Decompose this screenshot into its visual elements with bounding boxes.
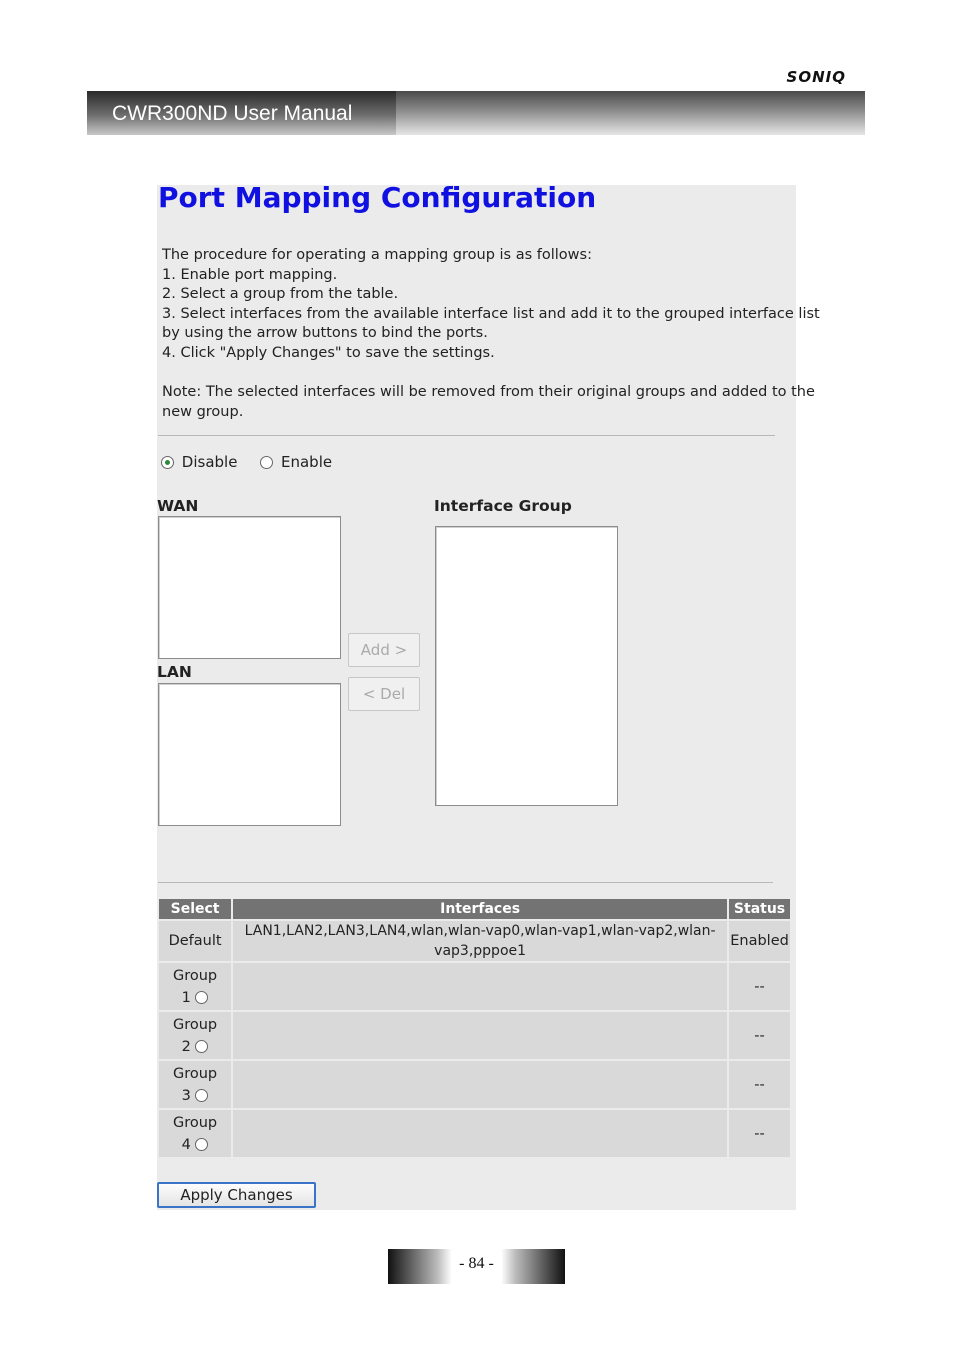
- status-cell: --: [729, 1110, 790, 1157]
- manual-title: CWR300ND User Manual: [112, 102, 353, 125]
- brand-logo: SONIQ: [786, 68, 846, 86]
- group-number: 1: [181, 989, 191, 1006]
- group-label: Group: [172, 1016, 218, 1033]
- group-table: Select Interfaces Status Default LAN1,LA…: [157, 897, 792, 1159]
- interface-group-listbox[interactable]: [435, 526, 618, 806]
- status-cell: --: [729, 963, 790, 1010]
- group-radio[interactable]: [195, 1039, 209, 1053]
- instruction-line: by using the arrow buttons to bind the p…: [162, 325, 488, 342]
- interfaces-text: LAN1,LAN2,LAN3,LAN4,wlan,wlan-vap0,wlan-…: [244, 923, 716, 939]
- column-header: Select: [159, 899, 232, 919]
- group-label: Group: [172, 1065, 218, 1082]
- group-number: 3: [181, 1087, 191, 1104]
- instruction-line: 4. Click "Apply Changes" to save the set…: [162, 344, 495, 361]
- select-cell: Group 4: [159, 1110, 232, 1157]
- disable-radio[interactable]: [161, 456, 174, 469]
- instruction-line: 3. Select interfaces from the available …: [162, 305, 820, 322]
- table-row: Group 2 --: [159, 1012, 790, 1059]
- note-line: new group.: [162, 403, 244, 420]
- interfaces-cell: [233, 1012, 728, 1059]
- table-row: Group 4 --: [159, 1110, 790, 1157]
- status-cell: --: [729, 1061, 790, 1108]
- interfaces-cell: [233, 963, 728, 1010]
- group-radio[interactable]: [195, 1137, 209, 1151]
- enable-radio[interactable]: [260, 456, 274, 469]
- del-button[interactable]: < Del: [348, 677, 420, 711]
- lan-listbox[interactable]: [158, 683, 341, 826]
- wan-listbox[interactable]: [158, 516, 341, 659]
- enable-label[interactable]: Enable: [281, 453, 332, 471]
- instruction-line: The procedure for operating a mapping gr…: [162, 247, 592, 263]
- interfaces-cell: [233, 1061, 728, 1108]
- page-title: Port Mapping Configuration: [158, 181, 597, 214]
- column-header: Interfaces: [233, 899, 728, 919]
- interfaces-cell: LAN1,LAN2,LAN3,LAN4,wlan,wlan-vap0,wlan-…: [233, 921, 728, 961]
- select-cell: Group 2: [159, 1012, 232, 1059]
- divider: [158, 882, 773, 883]
- lan-label: LAN: [157, 663, 192, 681]
- table-row: Group 1 --: [159, 963, 790, 1010]
- disable-label[interactable]: Disable: [182, 453, 238, 471]
- group-label: Group: [172, 1114, 218, 1131]
- interfaces-text: vap3,pppoe1: [434, 943, 527, 959]
- instruction-line: 1. Enable port mapping.: [162, 266, 338, 283]
- wan-label: WAN: [157, 497, 199, 515]
- interface-group-label: Interface Group: [434, 497, 572, 515]
- group-label: Group: [172, 967, 218, 984]
- add-button[interactable]: Add >: [348, 633, 420, 667]
- divider: [158, 435, 775, 436]
- group-number: 2: [181, 1038, 191, 1055]
- mode-radio-group: Disable Enable: [161, 453, 332, 471]
- select-cell: Default: [159, 921, 232, 961]
- select-cell: Group 3: [159, 1061, 232, 1108]
- instruction-line: 2. Select a group from the table.: [162, 286, 399, 303]
- select-cell: Group 1: [159, 963, 232, 1010]
- table-header-row: Select Interfaces Status: [159, 899, 790, 919]
- page-number: - 84 -: [459, 1255, 494, 1272]
- note-line: Note: The selected interfaces will be re…: [162, 384, 815, 401]
- status-cell: --: [729, 1012, 790, 1059]
- status-cell: Enabled: [729, 921, 790, 961]
- column-header: Status: [729, 899, 790, 919]
- group-radio[interactable]: [195, 990, 209, 1004]
- group-number: 4: [181, 1136, 191, 1153]
- interfaces-cell: [233, 1110, 728, 1157]
- instructions: The procedure for operating a mapping gr…: [162, 246, 820, 422]
- apply-changes-button[interactable]: Apply Changes: [157, 1182, 316, 1208]
- group-radio[interactable]: [195, 1088, 209, 1102]
- table-row: Default LAN1,LAN2,LAN3,LAN4,wlan,wlan-va…: [159, 921, 790, 961]
- table-row: Group 3 --: [159, 1061, 790, 1108]
